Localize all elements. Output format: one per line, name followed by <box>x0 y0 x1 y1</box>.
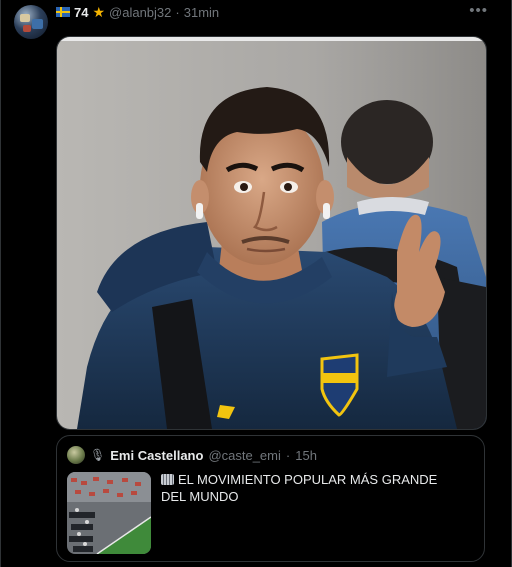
more-options-icon[interactable]: ••• <box>469 3 488 18</box>
tweet-timestamp[interactable]: 31min <box>184 5 219 20</box>
header-separator: · <box>175 4 180 20</box>
quoted-tweet-timestamp[interactable]: 15h <box>295 448 317 463</box>
quoted-author-handle[interactable]: @caste_emi <box>208 448 280 463</box>
stadium-emoji-icon <box>161 474 174 485</box>
quoted-tweet-text-content: EL MOVIMIENTO POPULAR MÁS GRANDE DEL MUN… <box>161 472 438 504</box>
quoted-header-separator: · <box>285 447 291 463</box>
tweet-media-photo[interactable] <box>56 36 487 430</box>
timeline-left-border <box>0 0 1 567</box>
quoted-media-thumbnail[interactable] <box>67 472 151 554</box>
quoted-tweet-card[interactable]: 🎙 Emi Castellano @caste_emi · 15h EL MOV… <box>56 435 485 562</box>
quoted-author-name[interactable]: Emi Castellano <box>110 448 203 463</box>
quoted-author-avatar[interactable] <box>67 446 85 464</box>
quoted-tweet-text: EL MOVIMIENTO POPULAR MÁS GRANDE DEL MUN… <box>161 471 461 505</box>
microphone-badge-icon: 🎙 <box>90 448 106 462</box>
tweet-header: 74 ★ @alanbj32 · 31min <box>56 3 219 21</box>
star-icon: ★ <box>92 4 106 20</box>
quoted-tweet-header: 🎙 Emi Castellano @caste_emi · 15h <box>67 446 317 464</box>
sweden-flag-icon <box>56 7 70 17</box>
author-avatar[interactable] <box>14 5 48 39</box>
author-handle[interactable]: @alanbj32 <box>109 5 171 20</box>
badge-number: 74 <box>74 4 89 20</box>
